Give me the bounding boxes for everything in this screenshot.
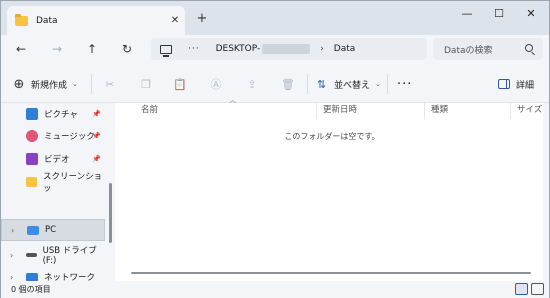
new-label: 新規作成 <box>31 80 68 91</box>
sidebar-item-pictures[interactable]: ピクチャ 📌 <box>1 103 105 125</box>
folder-icon <box>15 13 28 26</box>
navigation-bar: ← → ↑ ↻ ··· DESKTOP- › Data Dataの検索 <box>1 35 549 63</box>
sort-icon: ⇅ <box>317 77 327 91</box>
paste-icon[interactable]: 📋 <box>171 75 189 93</box>
sidebar-item-pc[interactable]: › PC <box>1 219 105 241</box>
sidebar-item-label: PC <box>45 225 57 235</box>
breadcrumb-pc[interactable]: DESKTOP- <box>216 44 261 54</box>
details-pane-icon <box>498 79 510 89</box>
chevron-down-icon: ⌄ <box>72 80 78 88</box>
expand-chevron-icon[interactable]: › <box>11 226 14 235</box>
tab-data[interactable]: Data ✕ <box>7 6 185 35</box>
delete-icon[interactable]: 🗑 <box>279 75 297 93</box>
sort-label: 並べ替え <box>334 80 371 91</box>
pc-icon <box>27 225 39 235</box>
up-button[interactable]: ↑ <box>82 40 102 58</box>
minimize-button[interactable]: — <box>451 5 483 23</box>
computer-icon <box>160 44 172 57</box>
divider <box>91 74 92 94</box>
sidebar-item-screenshots[interactable]: スクリーンショッ <box>1 171 105 194</box>
sidebar-item-label: ビデオ <box>44 155 70 165</box>
file-list: ︿ 名前 更新日時 種類 サイズ このフォルダーは空です。 <box>115 96 549 281</box>
search-icon <box>525 44 533 52</box>
sidebar-item-label: USB ドライブ (F:) <box>42 246 97 266</box>
column-header-name[interactable]: 名前 <box>135 103 317 119</box>
chevron-down-icon: ⌄ <box>375 80 381 88</box>
navigation-pane: ピクチャ 📌 ミュージック 📌 ビデオ 📌 スクリーンショッ › PC › US… <box>1 103 113 283</box>
large-icons-view-icon[interactable] <box>531 283 544 295</box>
sidebar-scrollbar[interactable] <box>109 183 112 243</box>
forward-button[interactable]: → <box>47 40 67 58</box>
pin-icon: 📌 <box>92 155 101 163</box>
column-header-type[interactable]: 種類 <box>425 103 511 119</box>
refresh-button[interactable]: ↻ <box>117 40 137 58</box>
sidebar-item-label: ミュージック <box>44 132 95 142</box>
new-tab-button[interactable]: + <box>193 10 211 28</box>
empty-folder-message: このフォルダーは空です。 <box>284 132 380 141</box>
breadcrumb-overflow[interactable]: ··· <box>188 44 200 54</box>
details-label: 詳細 <box>516 80 535 91</box>
details-view-icon[interactable] <box>515 283 528 295</box>
command-bar: ⊕ 新規作成 ⌄ ✂ ❐ 📋 Ⓐ ⇪ 🗑 ⇅ 並べ替え ⌄ ··· 詳細 <box>1 63 549 103</box>
pin-icon: 📌 <box>92 110 101 118</box>
plus-icon: ⊕ <box>13 76 25 92</box>
item-count: 0 個の項目 <box>11 285 51 294</box>
music-icon <box>26 130 38 142</box>
expand-chevron-icon[interactable]: › <box>10 251 13 260</box>
column-header-size[interactable]: サイズ <box>511 103 547 119</box>
redacted-hostname <box>262 44 311 54</box>
column-header-modified[interactable]: 更新日時 <box>317 103 425 119</box>
rename-icon[interactable]: Ⓐ <box>207 75 225 93</box>
close-button[interactable]: ✕ <box>515 5 547 23</box>
back-button[interactable]: ← <box>11 40 31 58</box>
share-icon[interactable]: ⇪ <box>243 75 261 93</box>
sort-button[interactable]: ⇅ 並べ替え ⌄ <box>317 75 381 93</box>
search-placeholder: Dataの検索 <box>444 45 493 56</box>
sidebar-item-videos[interactable]: ビデオ 📌 <box>1 148 105 170</box>
horizontal-scrollbar[interactable] <box>131 272 531 274</box>
title-bar: Data ✕ + — ☐ ✕ <box>1 1 549 35</box>
breadcrumb-data[interactable]: Data <box>334 44 356 54</box>
divider <box>387 74 388 94</box>
copy-icon[interactable]: ❐ <box>137 75 155 93</box>
more-options-button[interactable]: ··· <box>397 75 412 93</box>
maximize-button[interactable]: ☐ <box>483 5 515 23</box>
tab-close-icon[interactable]: ✕ <box>165 15 185 26</box>
sidebar-item-label: ピクチャ <box>44 110 78 120</box>
vertical-scrollbar-track[interactable] <box>543 103 549 281</box>
usb-drive-icon <box>26 253 37 257</box>
sidebar-item-music[interactable]: ミュージック 📌 <box>1 125 105 147</box>
details-pane-button[interactable]: 詳細 <box>498 75 534 93</box>
cut-icon[interactable]: ✂ <box>101 75 119 93</box>
video-icon <box>26 153 38 165</box>
new-button[interactable]: ⊕ 新規作成 ⌄ <box>13 75 78 93</box>
address-bar[interactable]: ··· DESKTOP- › Data <box>151 38 427 60</box>
tab-title: Data <box>36 15 58 26</box>
divider <box>307 74 308 94</box>
search-box[interactable]: Dataの検索 <box>433 38 543 60</box>
pin-icon: 📌 <box>92 132 101 140</box>
breadcrumb-separator-icon[interactable]: › <box>320 44 324 54</box>
pictures-icon <box>26 108 38 120</box>
folder-icon <box>26 177 38 187</box>
explorer-window: Data ✕ + — ☐ ✕ ← → ↑ ↻ ··· DESKTOP- › Da… <box>0 0 550 298</box>
status-bar: 0 個の項目 <box>1 281 549 298</box>
sidebar-item-usb-drive[interactable]: › USB ドライブ (F:) <box>1 244 105 266</box>
sidebar-item-label: スクリーンショッ <box>43 172 103 194</box>
